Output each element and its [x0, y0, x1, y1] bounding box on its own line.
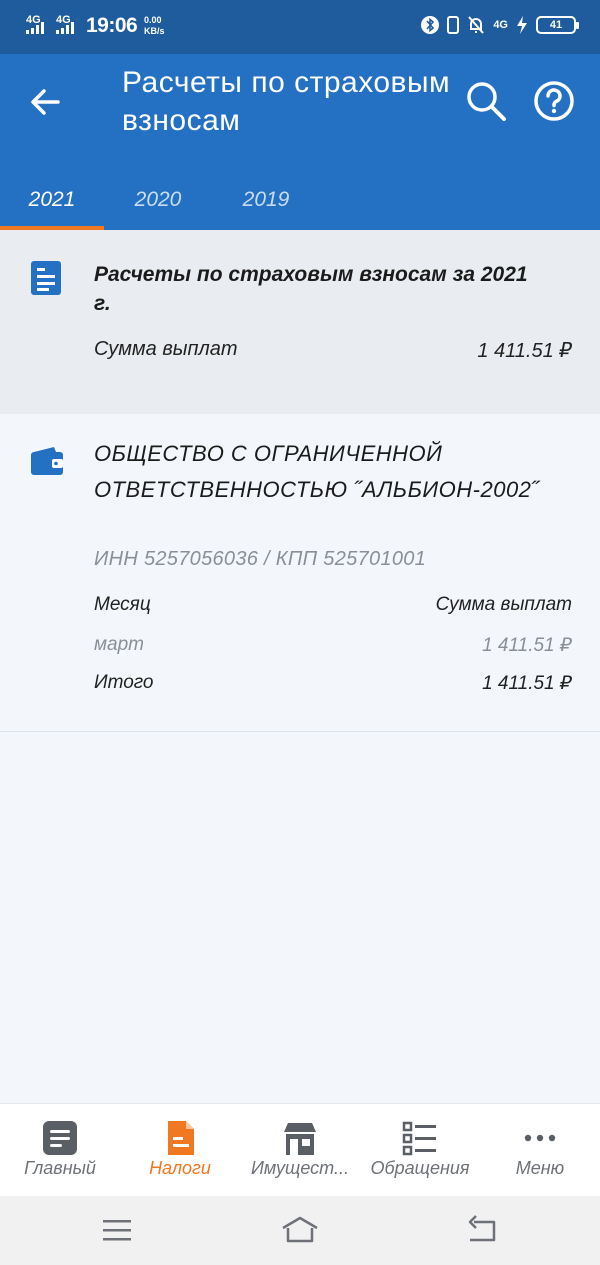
speed-unit: KB/s [144, 26, 165, 36]
row-month: март [94, 634, 144, 655]
column-month: Месяц [94, 594, 151, 615]
organization-ids: ИНН 5257056036 / КПП 525701001 [94, 548, 427, 570]
more-dots-icon [524, 1134, 556, 1142]
nav-label-taxes: Налоги [149, 1158, 211, 1178]
summary-value: 1 411.51 ₽ [477, 340, 572, 362]
signal-strength-icon [56, 22, 74, 34]
table-total: Итого 1 411.51 ₽ [94, 672, 572, 695]
back-nav-icon[interactable] [464, 1214, 500, 1246]
organization-name: ОБЩЕСТВО С ОГРАНИЧЕННОЙ ОТВЕТСТВЕННОСТЬЮ… [94, 441, 540, 502]
nav-label-requests: Обращения [370, 1158, 470, 1178]
nav-item-menu[interactable]: Меню [480, 1104, 600, 1197]
back-button[interactable] [26, 82, 66, 122]
row-amount: 1 411.51 ₽ [482, 635, 572, 656]
search-button[interactable] [464, 79, 508, 123]
help-button[interactable] [532, 79, 576, 123]
nav-item-taxes[interactable]: Налоги [120, 1104, 240, 1197]
wallet-icon [31, 447, 63, 475]
organization-block: ОБЩЕСТВО С ОГРАНИЧЕННОЙ ОТВЕТСТВЕННОСТЬЮ… [0, 414, 600, 732]
list-icon [402, 1121, 436, 1156]
battery-icon: 41 [536, 16, 579, 34]
charging-icon [517, 16, 527, 34]
status-bar: 4G 4G 19:06 0.00 KB/s 4G 41 [0, 0, 600, 54]
table-row: март 1 411.51 ₽ [94, 634, 572, 657]
page-title: Расчеты по страховым взносам [122, 66, 451, 137]
column-amount: Сумма выплат [435, 594, 572, 615]
document-lines-icon [43, 1121, 77, 1155]
summary-label: Сумма выплат [94, 338, 238, 360]
app-bar: Расчеты по страховым взносам 2021 2020 2… [0, 54, 600, 230]
system-navigation-bar [0, 1196, 600, 1265]
total-label: Итого [94, 672, 154, 693]
recent-apps-icon[interactable] [99, 1214, 135, 1246]
total-amount: 1 411.51 ₽ [482, 673, 572, 694]
clock: 19:06 [86, 14, 138, 37]
network-type-3: 4G [493, 19, 508, 31]
tax-document-icon [168, 1121, 194, 1155]
network-speed: 0.00 KB/s [144, 15, 165, 37]
nav-item-property[interactable]: Имущест... [240, 1104, 360, 1197]
nav-item-requests[interactable]: Обращения [360, 1104, 480, 1197]
property-building-icon [284, 1123, 316, 1155]
tab-2020[interactable]: 2020 [106, 170, 210, 230]
bluetooth-icon [421, 16, 440, 34]
vibrate-icon [447, 16, 460, 34]
tab-2019[interactable]: 2019 [214, 170, 318, 230]
arrow-left-icon [31, 89, 60, 115]
summary-title: Расчеты по страховым взносам за 2021 г. [94, 263, 528, 315]
bottom-navigation: Главный Налоги Имущест... Обращения Меню [0, 1103, 600, 1196]
tab-2021[interactable]: 2021 [0, 170, 104, 230]
year-tabs: 2021 2020 2019 [0, 170, 600, 230]
speed-value: 0.00 [144, 15, 162, 25]
nav-label-property: Имущест... [251, 1158, 349, 1178]
search-icon [467, 82, 506, 121]
nav-item-main[interactable]: Главный [0, 1104, 120, 1197]
nav-label-menu: Меню [515, 1158, 565, 1178]
help-circle-icon [534, 81, 574, 121]
battery-level: 41 [549, 19, 563, 31]
signal-strength-icon [26, 22, 44, 34]
notifications-off-icon [468, 16, 485, 34]
summary-card[interactable]: Расчеты по страховым взносам за 2021 г. … [0, 230, 600, 414]
nav-label-main: Главный [24, 1158, 96, 1178]
status-icons: 4G 41 [421, 15, 579, 35]
home-icon[interactable] [280, 1214, 320, 1246]
document-icon [31, 261, 61, 295]
table-header: Месяц Сумма выплат [94, 594, 572, 616]
